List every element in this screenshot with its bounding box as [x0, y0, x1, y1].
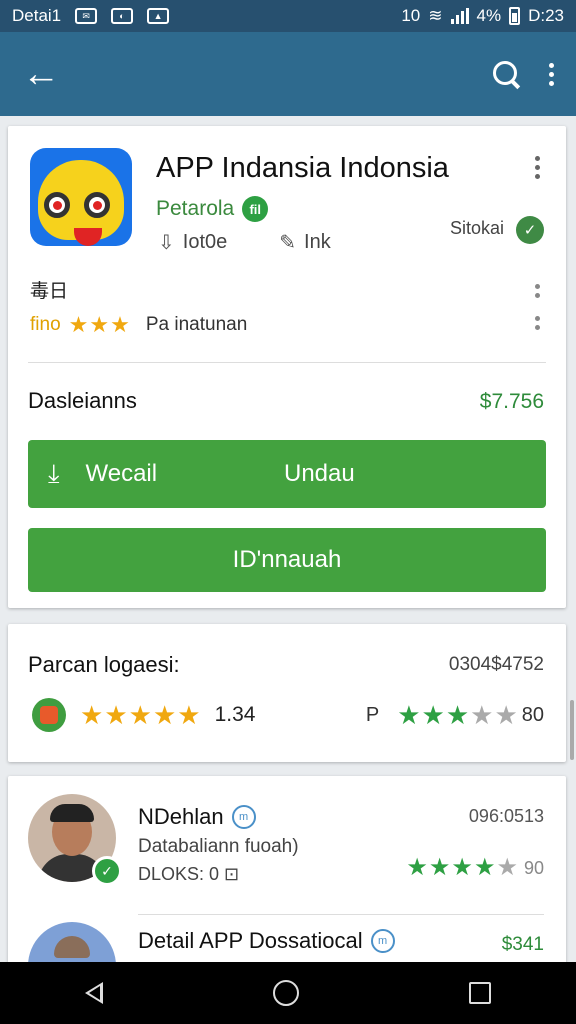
rating-text: Pa inatunan	[145, 314, 248, 335]
back-arrow-icon[interactable]: ←	[22, 55, 60, 93]
ratings-score: 1.34	[214, 703, 256, 726]
signal-icon	[450, 8, 469, 24]
nav-recent-apps-icon[interactable]	[469, 982, 491, 1004]
ratings-row: ★ ★ ★ ★ ★ 1.34 P ★ ★ ★ ★ ★ 80	[32, 698, 544, 732]
rating-label: fino	[30, 314, 61, 335]
star-icon: ★	[406, 854, 428, 881]
app-mini-icon	[32, 698, 66, 732]
notification-icon: ✉	[75, 8, 98, 24]
divider	[138, 914, 544, 915]
reviews-card: ✓ NDehlan m 096:0513 Databaliann fuoah) …	[8, 776, 566, 1010]
star-icon: ★	[110, 312, 130, 337]
download-icon: ⇩	[158, 232, 175, 254]
app-bar: ←	[0, 32, 576, 116]
verified-check-icon: ✓	[92, 856, 122, 886]
reviewer-badge-icon: m	[370, 929, 395, 953]
star-icon: ★	[104, 700, 128, 730]
ratings-right-group: P ★ ★ ★ ★ ★ 80	[366, 702, 544, 728]
rating-stars: ★ ★ ★	[69, 314, 130, 336]
edit-icon: ✎	[279, 232, 297, 254]
category-label: 毒日	[30, 281, 69, 302]
reviewer-badge-icon: m	[231, 805, 256, 829]
ratings-right-score: 80	[521, 703, 544, 726]
download-icon: ⤓	[48, 458, 60, 488]
app-details-card: APP Indansia Indonsia Petarola fil ⇩ Iot…	[8, 126, 566, 608]
ratings-right-stars: ★ ★ ★ ★ ★	[397, 702, 518, 728]
price-value: $7.756	[479, 390, 544, 413]
review-description: Databaliann fuoah)	[138, 836, 299, 857]
star-icon: ★	[494, 700, 518, 730]
overflow-menu-icon[interactable]	[549, 62, 554, 86]
install-button-label: Wecail	[85, 460, 158, 487]
image-notification-icon: ▲	[147, 8, 170, 24]
ratings-stars: ★ ★ ★ ★ ★	[80, 702, 201, 728]
ratings-right-prefix: P	[365, 703, 380, 726]
app-icon	[30, 148, 132, 246]
reviewer-name-row: NDehlan m	[138, 804, 256, 830]
star-icon: ★	[80, 700, 104, 730]
open-button[interactable]: ID'nnauah	[28, 528, 546, 592]
clock: D:23	[528, 6, 564, 25]
status-bar: Detai1 ✉ ◐ ▲ 10 ≋ 4% D:23	[0, 0, 576, 32]
star-icon: ★	[428, 854, 451, 881]
search-icon[interactable]	[491, 59, 521, 89]
battery-percent: 4%	[476, 6, 502, 25]
star-icon: ★	[445, 700, 470, 730]
rating-row: fino ★ ★ ★ Pa inatunan	[30, 314, 247, 336]
battery-icon	[509, 7, 521, 25]
app-menu-icon[interactable]	[535, 156, 540, 179]
install-button-secondary-label: Undau	[284, 460, 355, 487]
reviewer-name[interactable]: Detail APP Dossatiocal	[138, 928, 363, 954]
review-score: 90	[523, 857, 544, 878]
carrier-label: Detai1	[12, 6, 62, 25]
open-button-label: ID'nnauah	[232, 546, 342, 573]
wifi-icon: ≋	[428, 6, 443, 25]
signal-label: 10	[401, 6, 421, 25]
link-label[interactable]: Ink	[304, 231, 331, 254]
ratings-code: 0304$4752	[448, 654, 544, 675]
category-more-icon[interactable]	[535, 284, 540, 298]
divider	[28, 362, 546, 363]
app-meta-row: ⇩ Iot0e ✎ Ink	[158, 230, 331, 255]
star-icon: ★	[177, 700, 201, 730]
reviewer-name[interactable]: NDehlan	[138, 804, 224, 830]
developer-row: Petarola fil	[156, 196, 269, 222]
star-icon: ★	[451, 854, 473, 881]
side-status-label: Sitokai	[449, 218, 504, 238]
scrollbar[interactable]	[570, 700, 574, 760]
nav-home-icon[interactable]	[273, 980, 299, 1006]
developer-name[interactable]: Petarola	[156, 197, 234, 221]
star-icon: ★	[470, 700, 494, 730]
review-rating: ★ ★ ★ ★ ★ 90	[406, 856, 544, 880]
review-time: 096:0513	[468, 806, 544, 826]
star-icon: ★	[421, 700, 445, 730]
reviewer-name-row: Detail APP Dossatiocal m	[138, 928, 395, 954]
ratings-title: Parcan logaesi:	[28, 652, 180, 677]
check-icon[interactable]: ✓	[516, 216, 544, 244]
star-icon: ★	[152, 700, 177, 730]
ratings-card: Parcan logaesi: 0304$4752 ★ ★ ★ ★ ★ 1.34 P ★…	[8, 624, 566, 762]
star-icon: ★	[496, 854, 518, 881]
app-notification-icon: ◐	[111, 8, 134, 24]
star-icon: ★	[68, 312, 89, 337]
download-count: Iot0e	[182, 231, 228, 253]
star-icon: ★	[473, 854, 496, 881]
star-icon: ★	[128, 700, 152, 730]
review-likes[interactable]: DLOKS: 0 ⊡	[138, 864, 239, 885]
price-label: Dasleianns	[28, 388, 137, 413]
review-stars: ★ ★ ★ ★ ★	[406, 856, 518, 880]
system-nav-bar	[0, 962, 576, 1024]
nav-back-icon[interactable]	[85, 982, 103, 1004]
app-title: APP Indansia Indonsia	[156, 152, 449, 184]
developer-verified-badge: fil	[242, 196, 269, 222]
star-icon: ★	[397, 700, 421, 730]
star-icon: ★	[89, 312, 110, 337]
install-button[interactable]: ⤓ Wecail Undau	[28, 440, 546, 508]
rating-more-icon[interactable]	[535, 316, 540, 330]
review-price: $341	[501, 934, 544, 955]
